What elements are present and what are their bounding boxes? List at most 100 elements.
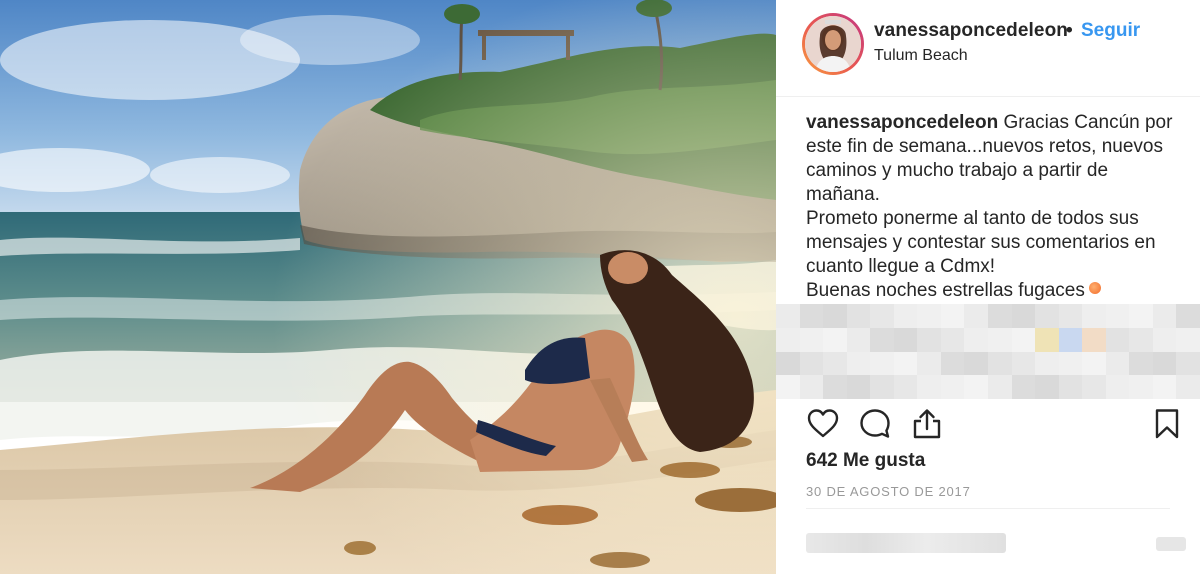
caption-paragraph-1: vanessaponcedeleon Gracias Cancún por es… (806, 111, 1176, 207)
redaction-pixel (846, 304, 871, 328)
avatar[interactable] (805, 16, 861, 72)
redaction-pixel (870, 304, 894, 328)
redaction-pixel (893, 375, 918, 399)
redaction-pixel (1105, 351, 1130, 376)
redaction-pixel (1176, 375, 1200, 399)
redaction-pixel (940, 351, 965, 376)
redaction-pixel (1035, 351, 1059, 376)
redaction-pixel (846, 351, 871, 376)
bookmark-icon (1155, 409, 1179, 439)
redaction-pixel (987, 375, 1012, 399)
redaction-pixel (1152, 351, 1177, 376)
caption-line-3: Buenas noches estrellas fugaces (806, 280, 1085, 301)
redaction-pixel (964, 351, 988, 376)
caption-paragraph-2: Prometo ponerme al tanto de todos sus me… (806, 207, 1176, 279)
redaction-pixel (893, 327, 918, 352)
redaction-pixel (870, 351, 894, 376)
redaction-pixel (1105, 327, 1130, 352)
like-button[interactable] (806, 407, 840, 441)
redaction-pixel (1105, 304, 1130, 328)
redaction-pixel (799, 304, 824, 328)
redaction-pixel (1011, 327, 1036, 352)
redaction-pixel (1082, 304, 1106, 328)
redaction-pixel (1035, 375, 1059, 399)
redaction-pixel (1082, 375, 1106, 399)
redaction-pixel (893, 351, 918, 376)
post-photo[interactable] (0, 0, 776, 574)
post-caption: vanessaponcedeleon Gracias Cancún por es… (806, 111, 1176, 303)
redaction-pixel (823, 351, 847, 376)
redaction-pixel (1011, 351, 1036, 376)
redaction-pixel (870, 375, 894, 399)
post-side-panel: vanessaponcedeleon • Seguir Tulum Beach … (776, 0, 1200, 574)
redaction-pixel (1129, 304, 1153, 328)
redaction-pixel (940, 327, 965, 352)
redaction-pixel (917, 351, 941, 376)
share-button[interactable] (910, 407, 944, 441)
share-icon (913, 409, 941, 439)
redaction-pixel (799, 375, 824, 399)
redaction-pixel (1058, 375, 1083, 399)
redaction-pixel (987, 304, 1012, 328)
redaction-pixel (823, 327, 847, 352)
beach-photo (0, 0, 776, 574)
redaction-pixel (870, 327, 894, 352)
redaction-pixel (917, 327, 941, 352)
redaction-pixel (1105, 375, 1130, 399)
redaction-pixel (964, 375, 988, 399)
redaction-pixel (1082, 351, 1106, 376)
comment-icon (860, 409, 890, 438)
redaction-pixel (964, 327, 988, 352)
redaction-pixel (987, 327, 1012, 352)
redaction-pixel (1058, 304, 1083, 328)
redaction-pixel (1176, 351, 1200, 376)
redaction-pixel (940, 304, 965, 328)
likes-count[interactable]: 642 Me gusta (806, 450, 925, 472)
comment-button[interactable] (858, 407, 892, 441)
divider (806, 508, 1170, 509)
redaction-pixel (1176, 304, 1200, 328)
redaction-pixel (1058, 327, 1083, 352)
follow-button[interactable]: Seguir (1081, 20, 1140, 42)
caption-paragraph-3: Buenas noches estrellas fugaces (806, 279, 1176, 303)
heart-icon (807, 409, 839, 438)
redaction-pixel (893, 304, 918, 328)
redaction-pixel (940, 375, 965, 399)
redaction-pixel (987, 351, 1012, 376)
redaction-pixel (846, 327, 871, 352)
separator-dot: • (1066, 20, 1073, 41)
post-location[interactable]: Tulum Beach (874, 47, 968, 65)
redacted-comments (776, 304, 1200, 399)
redaction-pixel (1058, 351, 1083, 376)
redaction-pixel (776, 304, 800, 328)
post-header: vanessaponcedeleon • Seguir Tulum Beach (776, 0, 1200, 97)
avatar-story-ring[interactable] (802, 13, 864, 75)
redaction-pixel (799, 351, 824, 376)
redaction-pixel (917, 304, 941, 328)
redaction-pixel (1152, 304, 1177, 328)
redaction-pixel (776, 375, 800, 399)
redaction-pixel (1129, 375, 1153, 399)
redaction-pixel (1152, 327, 1177, 352)
post-date[interactable]: 30 DE AGOSTO DE 2017 (806, 484, 971, 499)
redaction-pixel (1129, 351, 1153, 376)
redaction-pixel (823, 304, 847, 328)
redaction-pixel (1176, 327, 1200, 352)
caption-username[interactable]: vanessaponcedeleon (806, 112, 998, 133)
save-button[interactable] (1150, 407, 1184, 441)
redaction-pixel (1035, 327, 1059, 352)
caption-line-2: Prometo ponerme al tanto de todos sus me… (806, 208, 1156, 277)
redaction-pixel (917, 375, 941, 399)
redaction-pixel (1152, 375, 1177, 399)
redaction-pixel (799, 327, 824, 352)
action-bar (776, 399, 1200, 447)
redacted-comment-input (806, 533, 1006, 553)
redaction-pixel (1082, 327, 1106, 352)
avatar-image (805, 16, 861, 72)
post-username[interactable]: vanessaponcedeleon (874, 20, 1068, 42)
redaction-pixel (846, 375, 871, 399)
shooting-star-emoji-icon (1088, 282, 1101, 294)
redaction-pixel (1035, 304, 1059, 328)
redaction-pixel (1011, 375, 1036, 399)
redaction-pixel (823, 375, 847, 399)
